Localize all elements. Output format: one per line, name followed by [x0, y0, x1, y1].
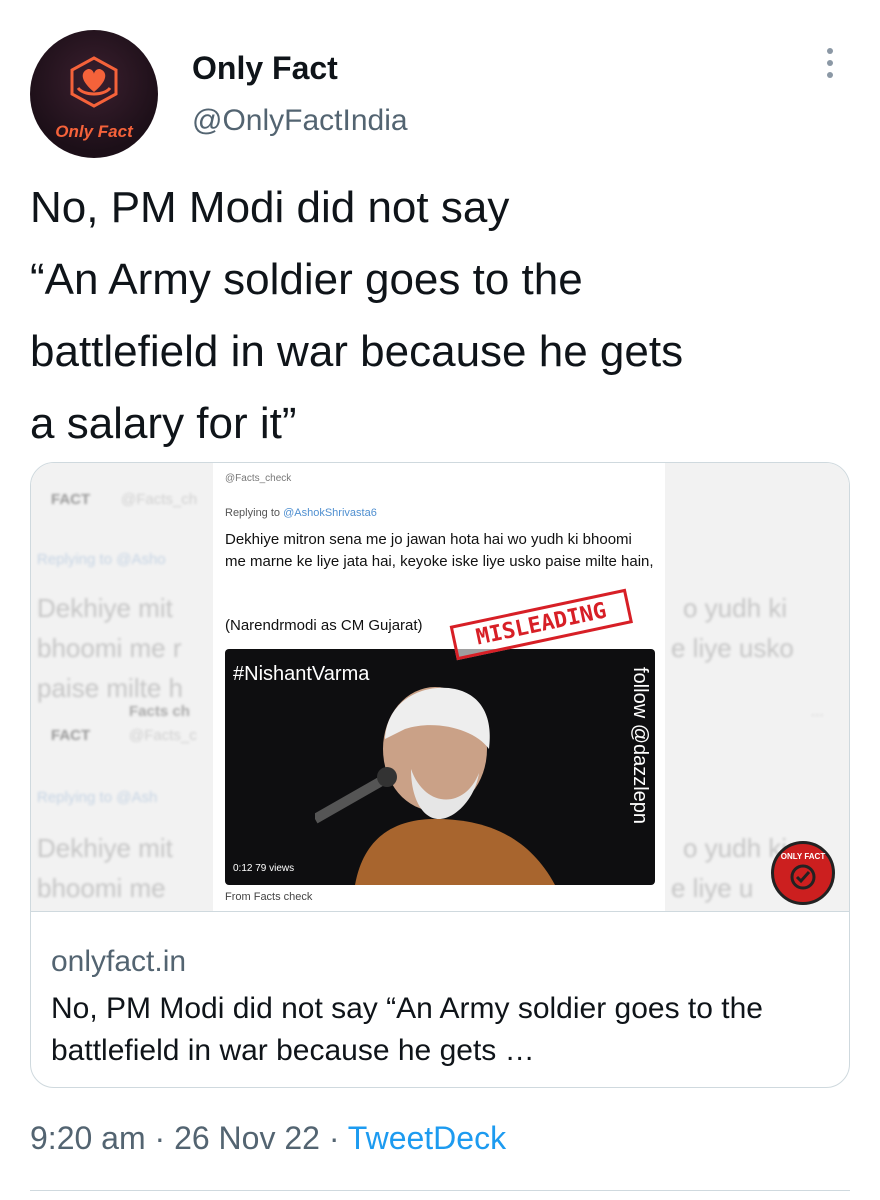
avatar-label: Only Fact — [55, 122, 133, 141]
replying-handle: @AshokShrivasta6 — [283, 507, 377, 519]
embedded-video: #NishantVarma follow @dazzlepn 0:12 79 v… — [225, 649, 655, 885]
display-name[interactable]: Only Fact — [192, 50, 338, 87]
embedded-from: From Facts check — [225, 891, 313, 903]
bg-header-sub: @Facts_ch — [121, 491, 198, 508]
tweet: Only Fact Only Fact @OnlyFactIndia No, P… — [0, 0, 880, 1200]
replying-prefix: Replying to — [225, 507, 281, 519]
video-hashtag: #NishantVarma — [233, 663, 370, 685]
card-image[interactable]: FACT @Facts_ch Replying to @Asho Dekhiye… — [31, 463, 849, 911]
bg-dots: ... — [811, 703, 824, 720]
divider — [30, 1190, 850, 1191]
tweet-meta: 9:20 am · 26 Nov 22 · TweetDeck — [30, 1120, 506, 1157]
bg-header-sub: @Facts_c — [129, 727, 197, 744]
tweet-text-line: a salary for it” — [30, 399, 297, 448]
video-time: 0:12 79 views — [233, 863, 295, 874]
bg-header: FACT — [51, 727, 91, 744]
badge-label: ONLY FACT — [780, 852, 826, 861]
embedded-replying: Replying to @AshokShrivasta6 — [225, 507, 377, 519]
embedded-screenshot: @Facts_check Replying to @AshokShrivasta… — [213, 463, 665, 911]
card-info[interactable]: onlyfact.in No, PM Modi did not say “An … — [31, 911, 849, 1087]
tweet-date[interactable]: 26 Nov 22 — [174, 1120, 320, 1156]
hand-heart-logo-icon — [70, 56, 118, 108]
bg-replying: Replying to @Ash — [37, 789, 158, 806]
card-domain: onlyfact.in — [51, 945, 187, 978]
link-card[interactable]: FACT @Facts_ch Replying to @Asho Dekhiye… — [30, 462, 850, 1088]
tweet-text-line: battlefield in war because he gets — [30, 327, 684, 376]
bg-line: e liye u — [671, 873, 754, 903]
embedded-attribution: (Narendrmodi as CM Gujarat) — [225, 617, 423, 634]
bg-header: FACT — [51, 491, 91, 508]
user-handle[interactable]: @OnlyFactIndia — [192, 104, 408, 138]
more-options-icon[interactable] — [818, 48, 842, 84]
bg-line: o yudh ki — [683, 593, 788, 623]
checkmark-icon — [790, 864, 816, 890]
bg-line: e liye usko — [671, 633, 794, 663]
bg-line: Dekhiye mit — [37, 833, 173, 863]
speaker-image — [315, 687, 555, 885]
video-watermark: follow @dazzlepn — [629, 667, 651, 825]
tweet-source-link[interactable]: TweetDeck — [348, 1120, 506, 1156]
stamp-label: MISLEADING — [449, 588, 633, 661]
embedded-header: @Facts_check — [225, 473, 292, 484]
tweet-text: No, PM Modi did not say “An Army soldier… — [30, 172, 860, 460]
bg-line: Dekhiye mit — [37, 593, 173, 623]
tweet-time[interactable]: 9:20 am — [30, 1120, 146, 1156]
bg-header: Facts ch — [129, 703, 190, 720]
bg-line: paise milte h — [37, 673, 183, 703]
tweet-text-line: “An Army soldier goes to the — [30, 255, 583, 304]
bg-replying: Replying to @Asho — [37, 551, 166, 568]
bg-line: o yudh ki — [683, 833, 788, 863]
card-title: No, PM Modi did not say “An Army soldier… — [51, 992, 763, 1067]
only-fact-badge: ONLY FACT — [771, 841, 835, 905]
tweet-text-line: No, PM Modi did not say — [30, 183, 510, 232]
meta-separator: · — [145, 1120, 175, 1156]
meta-separator: · — [319, 1120, 348, 1156]
bg-line: bhoomi me — [37, 873, 166, 903]
avatar[interactable]: Only Fact — [30, 30, 158, 158]
bg-line: bhoomi me r — [37, 633, 182, 663]
